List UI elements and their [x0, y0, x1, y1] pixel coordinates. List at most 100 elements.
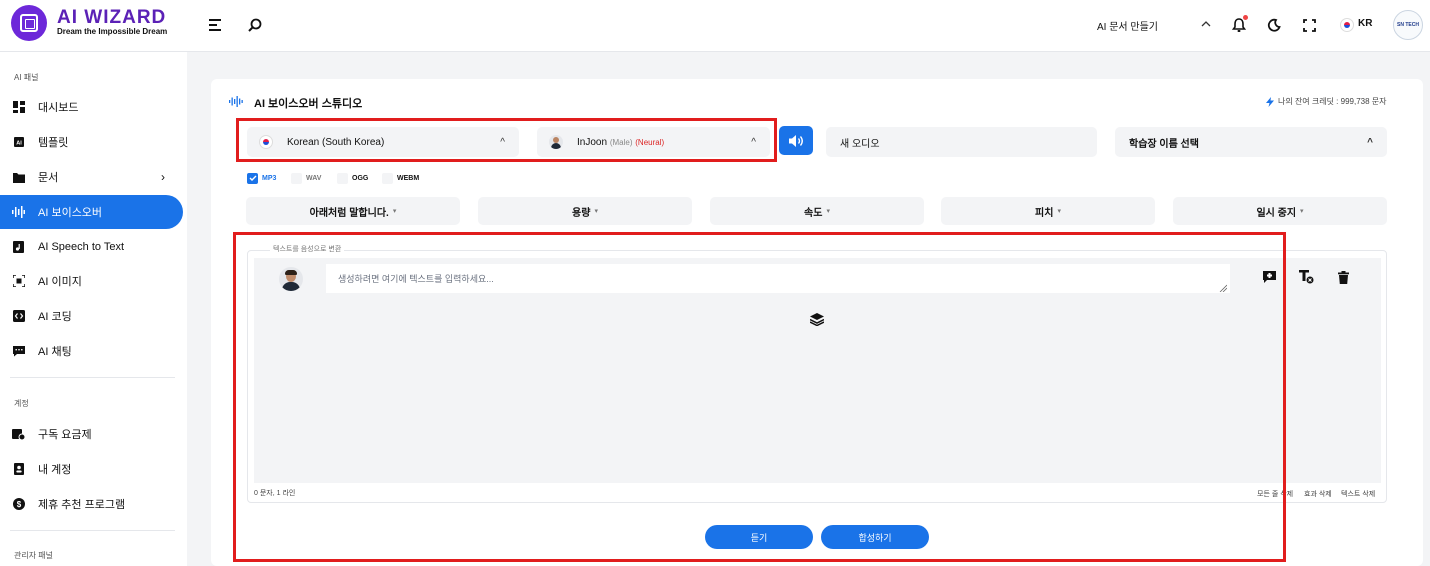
control-label: 속도: [804, 207, 823, 219]
audio-file-icon: [12, 241, 25, 254]
caret-down-icon: ▾: [1300, 208, 1304, 215]
sidebar-item-subscription[interactable]: 구독 요금제: [0, 417, 183, 451]
dashboard-icon: [12, 101, 25, 114]
avatar-text: SN TECH: [1397, 22, 1419, 28]
control-label: 용량: [572, 207, 591, 219]
sidebar-item-label: 구독 요금제: [38, 429, 92, 441]
code-icon: [12, 310, 25, 323]
chevron-right-icon: ›: [161, 170, 165, 184]
format-label: WEBM: [397, 174, 420, 182]
folder-icon: [12, 171, 25, 184]
menu-icon[interactable]: [207, 16, 225, 34]
sidebar-item-label: AI 채팅: [38, 346, 72, 358]
project-select[interactable]: 학습장 이름 선택 ^: [1115, 127, 1387, 157]
flag-icon[interactable]: [1338, 16, 1356, 34]
chevron-up-icon[interactable]: [1197, 15, 1215, 33]
sidebar-item-speech-to-text[interactable]: AI Speech to Text: [0, 230, 183, 264]
sidebar-item-ai-coding[interactable]: AI 코딩: [0, 299, 183, 333]
checkbox-icon[interactable]: [291, 172, 302, 184]
checkbox-icon[interactable]: [337, 172, 348, 184]
sidebar-divider: [10, 530, 175, 531]
bell-icon[interactable]: [1230, 15, 1248, 34]
brand-tagline: Dream the Impossible Dream: [57, 27, 168, 36]
caret-down-icon: ▾: [392, 208, 397, 215]
delete-text-link[interactable]: 텍스트 삭제: [1341, 489, 1375, 499]
sidebar: AI 패널 대시보드 AI 템플릿 문서 › AI 보이스오버 AI Speec…: [0, 52, 187, 566]
sidebar-item-my-account[interactable]: 내 계정: [0, 452, 183, 486]
pitch-dropdown[interactable]: 피치 ▾: [941, 197, 1155, 225]
control-label: 피치: [1035, 207, 1054, 219]
checkbox-icon[interactable]: [382, 172, 393, 184]
language-label[interactable]: KR: [1358, 18, 1372, 29]
highlight-box-editor: [233, 232, 1286, 562]
format-ogg[interactable]: OGG: [337, 172, 368, 184]
sidebar-item-dashboard[interactable]: 대시보드: [0, 90, 183, 124]
search-icon[interactable]: [246, 16, 264, 34]
caret-down-icon: ▾: [826, 208, 830, 215]
ai-template-icon: AI: [12, 136, 25, 149]
say-as-dropdown[interactable]: 아래처럼 말합니다. ▾: [246, 197, 460, 225]
sidebar-item-label: AI 이미지: [38, 276, 82, 288]
sidebar-item-label: AI Speech to Text: [38, 241, 125, 253]
sidebar-item-label: 문서: [38, 172, 59, 184]
sidebar-item-label: AI 코딩: [38, 311, 72, 323]
lightning-icon: [1266, 96, 1274, 110]
sidebar-item-voiceover[interactable]: AI 보이스오버: [0, 195, 183, 229]
format-label: MP3: [262, 174, 277, 182]
sidebar-item-templates[interactable]: AI 템플릿: [0, 125, 183, 159]
brand-name: AI WIZARD: [57, 7, 167, 28]
chat-icon: [12, 345, 25, 358]
delete-effects-link[interactable]: 효과 삭제: [1304, 489, 1332, 499]
format-label: WAV: [306, 174, 322, 182]
control-label: 일시 중지: [1256, 207, 1297, 219]
sidebar-item-ai-chat[interactable]: AI 채팅: [0, 334, 183, 368]
sidebar-item-label: 대시보드: [38, 102, 79, 114]
caret-down-icon: ▾: [594, 208, 598, 215]
format-webm[interactable]: WEBM: [382, 172, 419, 184]
waveform-icon: [12, 206, 25, 219]
page-title: AI 보이스오버 스튜디오: [254, 98, 363, 110]
project-select-value: 학습장 이름 선택: [1129, 138, 1199, 150]
control-label: 아래처럼 말합니다.: [309, 207, 389, 219]
user-card-icon: [12, 463, 25, 476]
subscription-icon: [12, 428, 25, 441]
sidebar-item-affiliate[interactable]: $ 제휴 추천 프로그램: [0, 487, 183, 521]
format-mp3[interactable]: MP3: [247, 172, 276, 184]
sidebar-item-label: 내 계정: [38, 464, 72, 476]
chevron-up-icon: ^: [1367, 136, 1373, 148]
highlight-box-voice: [236, 118, 777, 162]
speed-dropdown[interactable]: 속도 ▾: [710, 197, 924, 225]
sidebar-divider: [10, 377, 175, 378]
fullscreen-icon[interactable]: [1300, 16, 1318, 34]
format-label: OGG: [352, 174, 369, 182]
sidebar-item-label: 템플릿: [38, 137, 69, 149]
dollar-icon: $: [12, 498, 25, 511]
sidebar-item-label: 제휴 추천 프로그램: [38, 499, 126, 511]
speaker-preview-button[interactable]: [779, 126, 813, 155]
svg-text:$: $: [16, 500, 21, 509]
section-ai-panel: AI 패널: [14, 73, 39, 82]
sidebar-item-ai-image[interactable]: AI 이미지: [0, 264, 183, 298]
caret-down-icon: ▾: [1057, 208, 1061, 215]
moon-icon[interactable]: [1265, 16, 1283, 34]
clear-effects-icon[interactable]: [1298, 269, 1314, 285]
section-account: 계정: [14, 399, 29, 408]
create-doc-menu[interactable]: AI 문서 만들기: [1097, 18, 1158, 33]
speaker-icon: [789, 134, 803, 147]
trash-icon[interactable]: [1335, 269, 1351, 285]
image-scan-icon: [12, 275, 25, 288]
checkbox-checked-icon[interactable]: [247, 172, 258, 184]
pause-dropdown[interactable]: 일시 중지 ▾: [1173, 197, 1387, 225]
voiceover-title-icon: [229, 96, 243, 110]
volume-dropdown[interactable]: 용량 ▾: [478, 197, 692, 225]
audio-title-input[interactable]: [826, 127, 1097, 157]
notification-dot: [1243, 15, 1248, 20]
section-admin: 관리자 패널: [14, 551, 54, 560]
sidebar-item-documents[interactable]: 문서 ›: [0, 160, 183, 194]
logo-icon[interactable]: [11, 5, 47, 41]
avatar[interactable]: SN TECH: [1393, 10, 1423, 40]
format-wav[interactable]: WAV: [291, 172, 321, 184]
sidebar-item-label: AI 보이스오버: [38, 207, 103, 219]
top-bar: AI WIZARD Dream the Impossible Dream AI …: [0, 0, 1430, 52]
credits-remaining: 나의 잔여 크레딧 : 999,738 문자: [1278, 97, 1387, 106]
